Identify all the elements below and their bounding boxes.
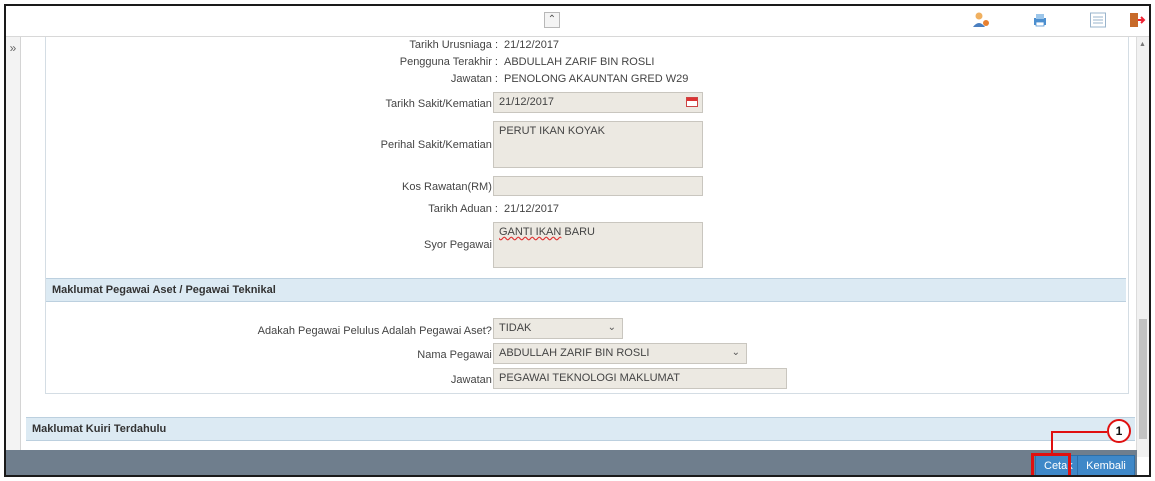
detail-panel: Tarikh Urusniaga : 21/12/2017 Pengguna T…: [45, 37, 1129, 394]
tarikh-aduan-label: Tarikh Aduan :: [428, 203, 498, 215]
vertical-scrollbar[interactable]: ▲: [1136, 37, 1149, 457]
jawatan-aset-field: PEGAWAI TEKNOLOGI MAKLUMAT: [493, 368, 787, 389]
kos-rawatan-label: Kos Rawatan(RM) :: [402, 181, 498, 193]
jawatan-aset-label: Jawatan :: [450, 374, 498, 386]
scrollbar-thumb[interactable]: [1139, 319, 1147, 439]
section-header-aset: Maklumat Pegawai Aset / Pegawai Teknikal: [46, 278, 1126, 302]
adakah-value: TIDAK: [499, 322, 532, 334]
top-toolbar: ⌃: [6, 6, 1149, 37]
perihal-sakit-textarea[interactable]: PERUT IKAN KOYAK: [493, 121, 703, 168]
expand-icon: »: [9, 41, 17, 55]
pengguna-terakhir-label: Pengguna Terakhir :: [399, 56, 498, 68]
perihal-sakit-value: PERUT IKAN KOYAK: [499, 125, 605, 137]
tarikh-urusniaga-label: Tarikh Urusniaga :: [409, 39, 498, 51]
section-aset-title: Maklumat Pegawai Aset / Pegawai Teknikal: [52, 284, 276, 296]
callout-line: [1051, 431, 1107, 433]
section-header-kuiri[interactable]: Maklumat Kuiri Terdahulu: [26, 417, 1135, 441]
row-jawatan: Jawatan : PENOLONG AKAUNTAN GRED W29: [46, 73, 1128, 89]
kos-rawatan-input[interactable]: [493, 176, 703, 196]
pengguna-terakhir-value: ABDULLAH ZARIF BIN ROSLI: [504, 56, 655, 68]
tarikh-urusniaga-value: 21/12/2017: [504, 39, 560, 51]
scroll-up-icon[interactable]: ▲: [1139, 41, 1146, 48]
row-pengguna-terakhir: Pengguna Terakhir : ABDULLAH ZARIF BIN R…: [46, 56, 1128, 72]
app-window: ⌃ » Tarikh Urusniaga : 21/12/2017 Penggu…: [4, 4, 1151, 477]
logout-icon[interactable]: [1128, 11, 1146, 29]
jawatan-label: Jawatan :: [450, 73, 498, 85]
nama-pegawai-select[interactable]: ABDULLAH ZARIF BIN ROSLI ⌄: [493, 343, 747, 364]
calendar-icon[interactable]: [686, 97, 698, 107]
syor-pegawai-value-part1: GANTI IKAN: [499, 226, 562, 238]
chevron-down-icon: ⌄: [607, 322, 616, 333]
tarikh-sakit-field[interactable]: 21/12/2017: [493, 92, 703, 113]
adakah-label: Adakah Pegawai Pelulus Adalah Pegawai As…: [257, 325, 498, 337]
print-icon[interactable]: [1031, 11, 1049, 29]
callout-line: [1051, 431, 1053, 453]
footer-bar: [6, 450, 1137, 475]
syor-pegawai-label: Syor Pegawai :: [424, 239, 498, 251]
syor-pegawai-textarea[interactable]: GANTI IKAN BARU: [493, 222, 703, 268]
user-icon[interactable]: [972, 11, 990, 29]
sidebar-toggle[interactable]: »: [6, 37, 21, 457]
tarikh-aduan-value: 21/12/2017: [504, 203, 560, 215]
tarikh-sakit-value: 21/12/2017: [499, 96, 555, 108]
callout-number: 1: [1107, 419, 1131, 443]
highlight-box: [1031, 453, 1071, 475]
adakah-select[interactable]: TIDAK ⌄: [493, 318, 623, 339]
nama-pegawai-value: ABDULLAH ZARIF BIN ROSLI: [499, 347, 650, 359]
perihal-sakit-label: Perihal Sakit/Kematian :: [380, 139, 498, 151]
syor-pegawai-value-part2: BARU: [561, 226, 595, 238]
jawatan-value: PENOLONG AKAUNTAN GRED W29: [504, 73, 689, 85]
row-tarikh-urusniaga: Tarikh Urusniaga : 21/12/2017: [46, 39, 1128, 55]
row-tarikh-aduan: Tarikh Aduan : 21/12/2017: [46, 203, 1128, 219]
kembali-button[interactable]: Kembali: [1077, 455, 1135, 475]
list-icon[interactable]: [1089, 11, 1107, 29]
nama-pegawai-label: Nama Pegawai :: [417, 349, 498, 361]
jawatan-aset-value: PEGAWAI TEKNOLOGI MAKLUMAT: [499, 372, 680, 384]
section-kuiri-title: Maklumat Kuiri Terdahulu: [32, 423, 167, 435]
chevron-down-icon: ⌄: [731, 347, 740, 358]
collapse-header-button[interactable]: ⌃: [544, 12, 560, 28]
main-content: Tarikh Urusniaga : 21/12/2017 Pengguna T…: [26, 37, 1135, 457]
tarikh-sakit-label: Tarikh Sakit/Kematian :: [385, 98, 499, 110]
